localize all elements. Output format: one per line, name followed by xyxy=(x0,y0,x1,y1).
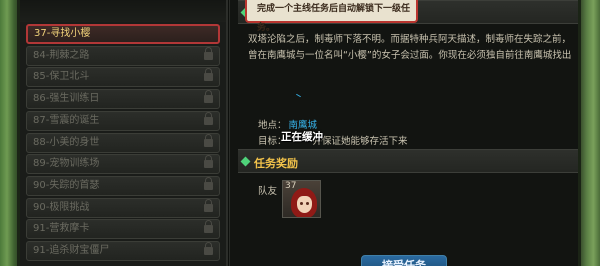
lock-icon xyxy=(204,46,213,60)
avatar-eye xyxy=(306,202,309,205)
diamond-icon xyxy=(240,156,251,167)
quest-list-item-label: 37-寻找小樱 xyxy=(34,28,91,39)
lock-icon xyxy=(204,133,213,147)
quest-list-item-label: 91-营救摩卡 xyxy=(33,223,90,235)
lock-icon xyxy=(204,242,213,255)
quest-list-item-label: 85-保卫北斗 xyxy=(33,71,90,83)
right-frame xyxy=(578,0,600,266)
lock-icon xyxy=(204,90,213,104)
scrollbar[interactable] xyxy=(229,0,238,266)
quest-list-item-label: 88-小美的身世 xyxy=(33,136,100,148)
quest-list-item[interactable]: 90-极限挑战 xyxy=(26,197,220,218)
reward-title: 任务奖励 xyxy=(254,157,298,170)
avatar-eye xyxy=(300,202,303,205)
quest-list-item[interactable]: 85-保卫北斗 xyxy=(26,67,220,88)
accept-quest-button[interactable]: 接受任务 xyxy=(361,255,447,266)
unlock-tooltip: 完成一个主线任务后自动解锁下一级任务。 xyxy=(245,0,418,33)
quest-list-item[interactable]: 37-寻找小樱 xyxy=(26,24,220,44)
avatar-face xyxy=(297,196,312,213)
teammate-label: 队友 xyxy=(258,186,278,197)
quest-description: 双塔沦陷之后，制毒师下落不明。而据特种兵阿天描述，制毒师在失踪之前，曾在南鹰城与… xyxy=(248,34,572,61)
quest-list-item-label: 84-荆棘之路 xyxy=(33,49,90,61)
quest-list-item-label: 91-追杀财宝僵尸 xyxy=(33,245,110,256)
teammate-avatar[interactable]: 37 xyxy=(282,180,321,218)
quest-list-item-label: 86-强生训练日 xyxy=(33,93,100,105)
quest-list-item-label: 87-雪震的诞生 xyxy=(33,114,100,126)
lock-icon xyxy=(204,220,213,234)
quest-list-item[interactable]: 90-失踪的首瑟 xyxy=(26,175,220,196)
quest-list-item[interactable]: 91-追杀财宝僵尸 xyxy=(26,241,220,261)
list-header xyxy=(20,0,226,22)
quest-list-item-label: 90-极限挑战 xyxy=(33,201,90,213)
lock-icon xyxy=(204,176,213,190)
left-frame xyxy=(0,0,20,266)
quest-list-item[interactable]: 88-小美的身世 xyxy=(26,132,220,153)
goal-text: 并保证她能够存活下来 xyxy=(312,136,408,147)
quest-list-item-label: 89-宠物训练场 xyxy=(33,158,100,170)
lock-icon xyxy=(204,155,213,169)
quest-list-item[interactable]: 91-营救摩卡 xyxy=(26,219,220,240)
quest-list-item[interactable]: 84-荆棘之路 xyxy=(26,45,220,66)
lock-icon xyxy=(204,68,213,82)
loading-text: 正在缓冲 xyxy=(281,131,323,143)
reward-header: 任务奖励 xyxy=(238,149,578,173)
quest-list-item-label: 90-失踪的首瑟 xyxy=(33,179,100,191)
lock-icon xyxy=(204,198,213,212)
quest-list-item[interactable]: 86-强生训练日 xyxy=(26,89,220,110)
lock-icon xyxy=(204,111,213,125)
teammate-level: 37 xyxy=(285,181,297,191)
quest-list-item[interactable]: 87-雪震的诞生 xyxy=(26,110,220,131)
quest-list-item[interactable]: 89-宠物训练场 xyxy=(26,154,220,175)
